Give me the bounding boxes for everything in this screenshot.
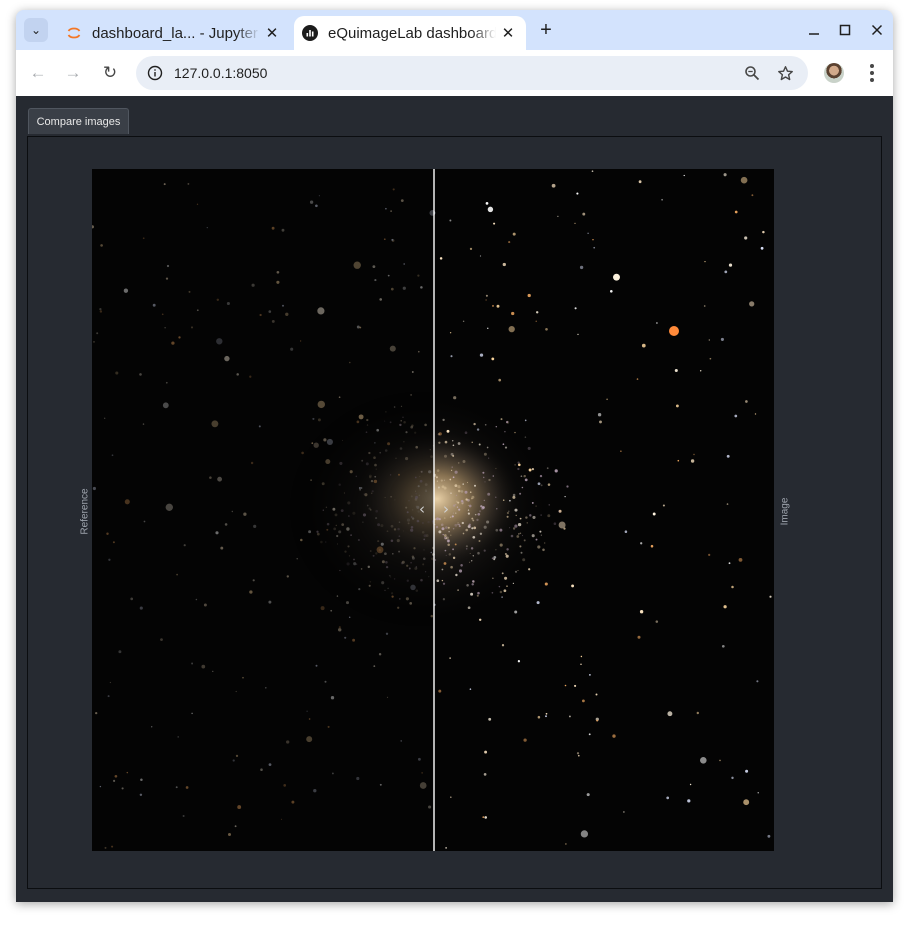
reference-label: Reference: [79, 488, 91, 535]
tab-search-button[interactable]: ⌄: [24, 18, 48, 42]
tab-equimagelab[interactable]: eQuimageLab dashboard ✕: [294, 16, 526, 50]
close-icon[interactable]: ✕: [260, 24, 284, 42]
arrow-left-icon: ←: [29, 63, 47, 82]
more-menu-icon[interactable]: [862, 62, 882, 84]
browser-toolbar: ← → ↻ 127.0.0.1:8050: [16, 50, 893, 96]
profile-avatar[interactable]: [824, 63, 844, 83]
close-icon[interactable]: ✕: [496, 24, 520, 42]
forward-button[interactable]: →: [62, 62, 84, 84]
reload-button[interactable]: ↻: [99, 62, 121, 84]
arrow-right-icon: →: [64, 63, 82, 82]
equimagelab-icon: [302, 25, 318, 41]
image-compare-viewer[interactable]: ‹ ›: [92, 169, 774, 851]
maximize-button[interactable]: [833, 20, 857, 40]
dashboard-page: Compare images Reference Image ‹ ›: [16, 96, 893, 902]
minimize-button[interactable]: [802, 20, 826, 40]
close-icon: [871, 24, 883, 36]
browser-window: ⌄ dashboard_la... - Jupyter ✕ eQuimageLa…: [16, 10, 893, 902]
tab-title: eQuimageLab dashboard: [328, 24, 496, 42]
tab-compare-images[interactable]: Compare images: [28, 108, 129, 134]
handle-left-icon[interactable]: ‹: [419, 500, 425, 518]
image-label: Image: [779, 497, 791, 526]
jupyter-icon: [66, 25, 82, 41]
minimize-icon: [809, 33, 819, 35]
tab-title: dashboard_la... - Jupyter: [92, 24, 260, 42]
tab-strip: ⌄ dashboard_la... - Jupyter ✕ eQuimageLa…: [16, 10, 893, 50]
zoom-icon[interactable]: [742, 63, 762, 83]
back-button[interactable]: ←: [27, 62, 49, 84]
handle-right-icon[interactable]: ›: [443, 500, 449, 518]
new-tab-button[interactable]: +: [535, 20, 557, 42]
reload-icon: ↻: [102, 63, 118, 82]
window-close-button[interactable]: [865, 20, 889, 40]
maximize-icon: [839, 24, 851, 36]
url-text: 127.0.0.1:8050: [174, 65, 268, 81]
site-info-icon[interactable]: [146, 64, 164, 82]
tab-jupyter[interactable]: dashboard_la... - Jupyter ✕: [58, 16, 290, 50]
bookmark-star-icon[interactable]: [775, 63, 795, 83]
chevron-down-icon: ⌄: [30, 23, 42, 37]
address-bar[interactable]: 127.0.0.1:8050: [136, 56, 808, 90]
compare-panel: Reference Image ‹ ›: [27, 136, 882, 889]
